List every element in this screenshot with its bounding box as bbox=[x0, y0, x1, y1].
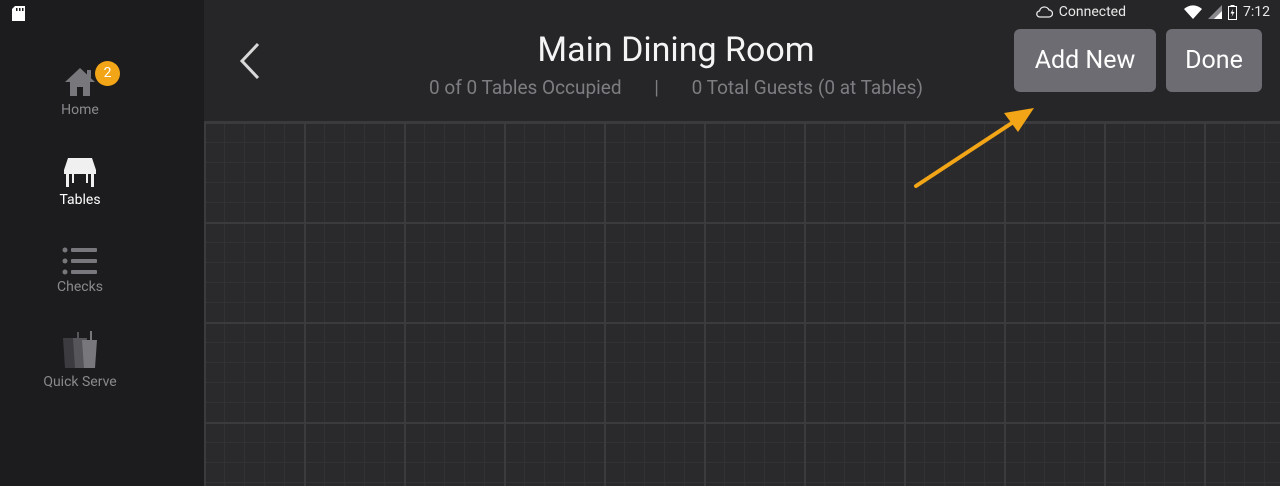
notification-badge: 2 bbox=[95, 61, 120, 86]
tables-occupied: 0 of 0 Tables Occupied bbox=[428, 76, 622, 99]
status-bar: Connected 7:12 bbox=[1035, 0, 1280, 24]
sidebar-item-home[interactable]: Home bbox=[0, 66, 160, 118]
header: Connected 7:12 Main Dining Room 0 of 0 T… bbox=[204, 0, 1280, 122]
sidebar-item-label: Home bbox=[61, 102, 99, 118]
page-subtitle: 0 of 0 Tables Occupied | 0 Total Guests … bbox=[204, 76, 1148, 99]
guests-count: 0 Total Guests (0 at Tables) bbox=[691, 76, 924, 99]
cloud-icon bbox=[1035, 6, 1053, 18]
sd-card-icon bbox=[12, 6, 25, 21]
connection-status: Connected bbox=[1058, 4, 1126, 20]
table-icon bbox=[64, 158, 96, 187]
list-icon bbox=[62, 247, 97, 275]
battery-icon bbox=[1228, 4, 1237, 20]
page-title: Main Dining Room bbox=[537, 30, 815, 70]
sidebar: Home 2 Tables Checks Quick Serve bbox=[0, 0, 204, 486]
done-button[interactable]: Done bbox=[1166, 29, 1262, 92]
sidebar-item-quick-serve[interactable]: Quick Serve bbox=[0, 330, 160, 390]
separator: | bbox=[654, 76, 659, 99]
sidebar-item-label: Quick Serve bbox=[43, 374, 117, 390]
add-new-button[interactable]: Add New bbox=[1014, 29, 1156, 92]
floor-plan-main: Connected 7:12 Main Dining Room 0 of 0 T… bbox=[204, 0, 1280, 486]
sidebar-item-tables[interactable]: Tables bbox=[0, 156, 160, 208]
sidebar-item-label: Checks bbox=[57, 279, 103, 295]
sidebar-item-label: Tables bbox=[59, 192, 101, 208]
floor-plan-grid[interactable] bbox=[204, 122, 1280, 486]
home-icon bbox=[65, 68, 95, 96]
clock: 7:12 bbox=[1243, 4, 1270, 20]
signal-icon bbox=[1208, 5, 1222, 19]
wifi-icon bbox=[1184, 5, 1202, 19]
sidebar-item-checks[interactable]: Checks bbox=[0, 247, 160, 295]
cups-icon bbox=[63, 331, 97, 368]
